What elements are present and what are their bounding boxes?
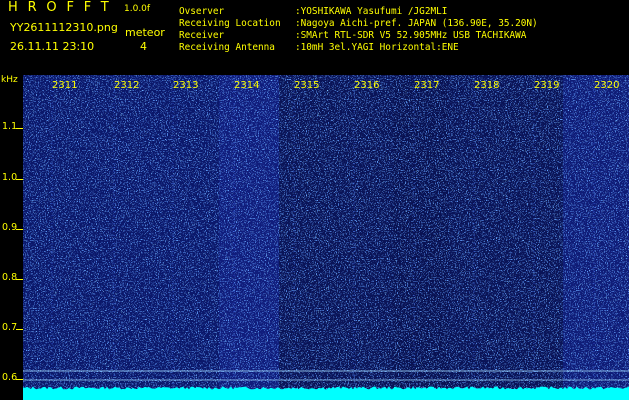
minute-label: 2311 <box>52 80 78 91</box>
info-value: :Nagoya Aichi-pref. JAPAN (136.90E, 35.2… <box>295 18 538 29</box>
ytick-mark <box>16 329 23 330</box>
header-panel: HROFFT 1.0.0f YY2611112310.png meteor 4 … <box>0 0 629 75</box>
ytick-label: 0.8 <box>2 272 18 283</box>
ytick-label: 1.0 <box>2 172 18 183</box>
ytick-mark <box>16 179 23 180</box>
minute-label: 2312 <box>114 80 140 91</box>
ytick-mark <box>16 379 23 380</box>
minute-label: 2316 <box>354 80 380 91</box>
ytick-mark <box>16 229 23 230</box>
minute-label: 2313 <box>173 80 199 91</box>
ytick-mark <box>16 128 23 129</box>
info-value: :SMArt RTL-SDR V5 52.905MHz USB TACHIKAW… <box>295 30 527 41</box>
minute-label: 2314 <box>234 80 260 91</box>
ytick-label: 0.7 <box>2 322 18 333</box>
minute-label: 2319 <box>534 80 560 91</box>
meteor-count: 4 <box>140 40 147 53</box>
frequency-axis: kHz 1.1 1.0 0.9 0.8 0.7 0.6 <box>0 75 23 400</box>
ytick-label: 0.9 <box>2 222 18 233</box>
spectrogram-plot <box>23 75 629 400</box>
ytick-label: 1.1 <box>2 121 18 132</box>
info-key: Receiving Antenna <box>179 42 275 53</box>
ytick-label: 0.6 <box>2 372 18 383</box>
filename-label: YY2611112310.png <box>10 21 118 34</box>
minute-label: 2318 <box>474 80 500 91</box>
version-label: 1.0.0f <box>124 4 151 14</box>
info-key: Ovserver <box>179 6 225 17</box>
info-value: :YOSHIKAWA Yasufumi /JG2MLI <box>295 6 448 17</box>
minute-label: 2320 <box>594 80 620 91</box>
info-key: Receiver <box>179 30 225 41</box>
datetime-label: 26.11.11 23:10 <box>10 40 95 53</box>
app-title: HROFFT <box>8 0 119 15</box>
axis-unit-label: kHz <box>1 75 18 85</box>
station-info: Ovserver :YOSHIKAWA Yasufumi /JG2MLI Rece… <box>179 6 538 54</box>
minute-label: 2317 <box>414 80 440 91</box>
ytick-mark <box>16 279 23 280</box>
minute-label: 2315 <box>294 80 320 91</box>
info-key: Receiving Location <box>179 18 281 29</box>
info-value: :10mH 3el.YAGI Horizontal:ENE <box>295 42 459 53</box>
spectrogram-canvas <box>23 75 629 400</box>
meteor-label: meteor <box>125 26 165 39</box>
